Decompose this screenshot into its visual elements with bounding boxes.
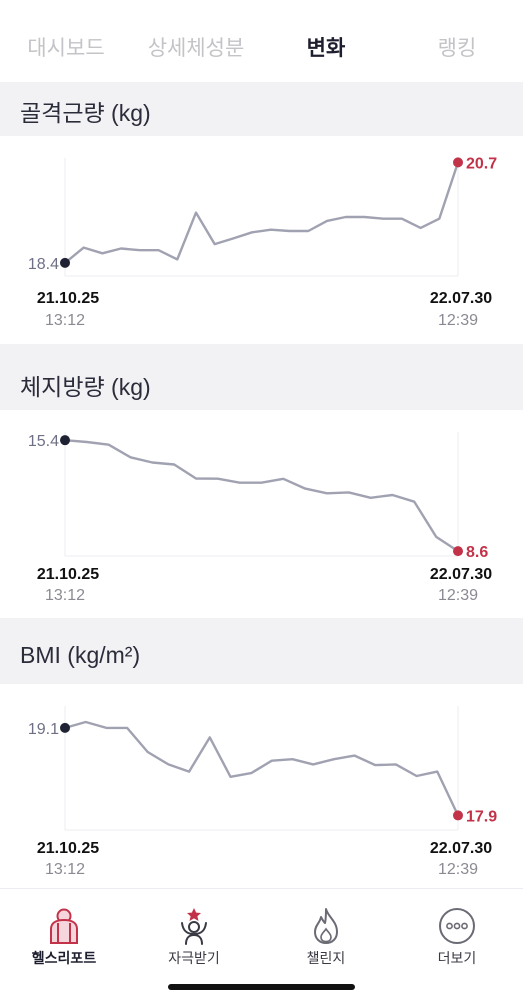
start-date: 21.10.25 [36,566,100,583]
chart-card-bmi: 19.1 17.9 21.10.25 13:12 22.07.30 12:39 [0,684,523,888]
section-header-skeletal-muscle: 골격근량 (kg) [0,82,523,136]
tab-detailed-composition[interactable]: 상세체성분 [148,32,245,62]
tab-ranking[interactable]: 랭킹 [438,32,477,62]
series-line [63,720,460,817]
section-divider [0,618,523,630]
start-time: 13:12 [44,861,86,878]
series-line [63,161,460,265]
start-date: 21.10.25 [36,840,100,857]
top-tab-bar: 대시보드 상세체성분 변화 랭킹 [0,0,523,82]
end-value-label: 17.9 [466,808,497,825]
start-date: 21.10.25 [36,290,100,307]
nav-label: 헬스리포트 [31,950,97,966]
end-date: 22.07.30 [429,840,493,857]
health-report-icon [47,907,81,950]
home-indicator [168,984,355,990]
start-time: 13:12 [44,587,86,604]
end-point [453,810,463,821]
end-date: 22.07.30 [429,566,493,583]
nav-more[interactable]: 더보기 [392,889,522,979]
nav-label: 더보기 [437,950,477,966]
flame-icon [309,907,343,950]
start-point [60,257,70,268]
more-dots-icon [438,907,476,950]
nav-motivation[interactable]: 자극받기 [129,889,259,979]
start-value-label: 19.1 [28,721,59,738]
end-point [453,157,463,168]
start-point [60,722,70,733]
end-time: 12:39 [437,861,479,878]
tab-change[interactable]: 변화 [307,32,346,62]
section-divider [0,344,523,356]
section-title: BMI (kg/m²) [20,642,141,668]
start-value-label: 18.4 [28,256,59,273]
start-time: 13:12 [44,312,86,329]
chart-card-skeletal-muscle: 18.4 20.7 21.10.25 13:12 22.07.30 12:39 [0,136,523,344]
nav-challenge[interactable]: 챌린지 [261,889,391,979]
end-date: 22.07.30 [429,290,493,307]
nav-label: 자극받기 [168,950,220,966]
start-point [60,435,70,446]
tab-dashboard[interactable]: 대시보드 [27,32,104,62]
end-time: 12:39 [437,312,479,329]
section-title: 체지방량 (kg) [20,374,151,400]
section-title: 골격근량 (kg) [20,100,151,126]
motivation-icon [177,907,211,950]
series-line [63,439,460,553]
start-value-label: 15.4 [28,433,59,450]
section-header-bmi: BMI (kg/m²) [0,630,523,684]
end-time: 12:39 [437,587,479,604]
chart-card-body-fat: 15.4 8.6 21.10.25 13:12 22.07.30 12:39 [0,410,523,618]
nav-label: 챌린지 [306,950,346,966]
nav-health-report[interactable]: 헬스리포트 [0,889,129,979]
end-point [453,546,463,557]
end-value-label: 8.6 [466,544,488,561]
end-value-label: 20.7 [466,155,497,172]
section-header-body-fat: 체지방량 (kg) [0,356,523,410]
